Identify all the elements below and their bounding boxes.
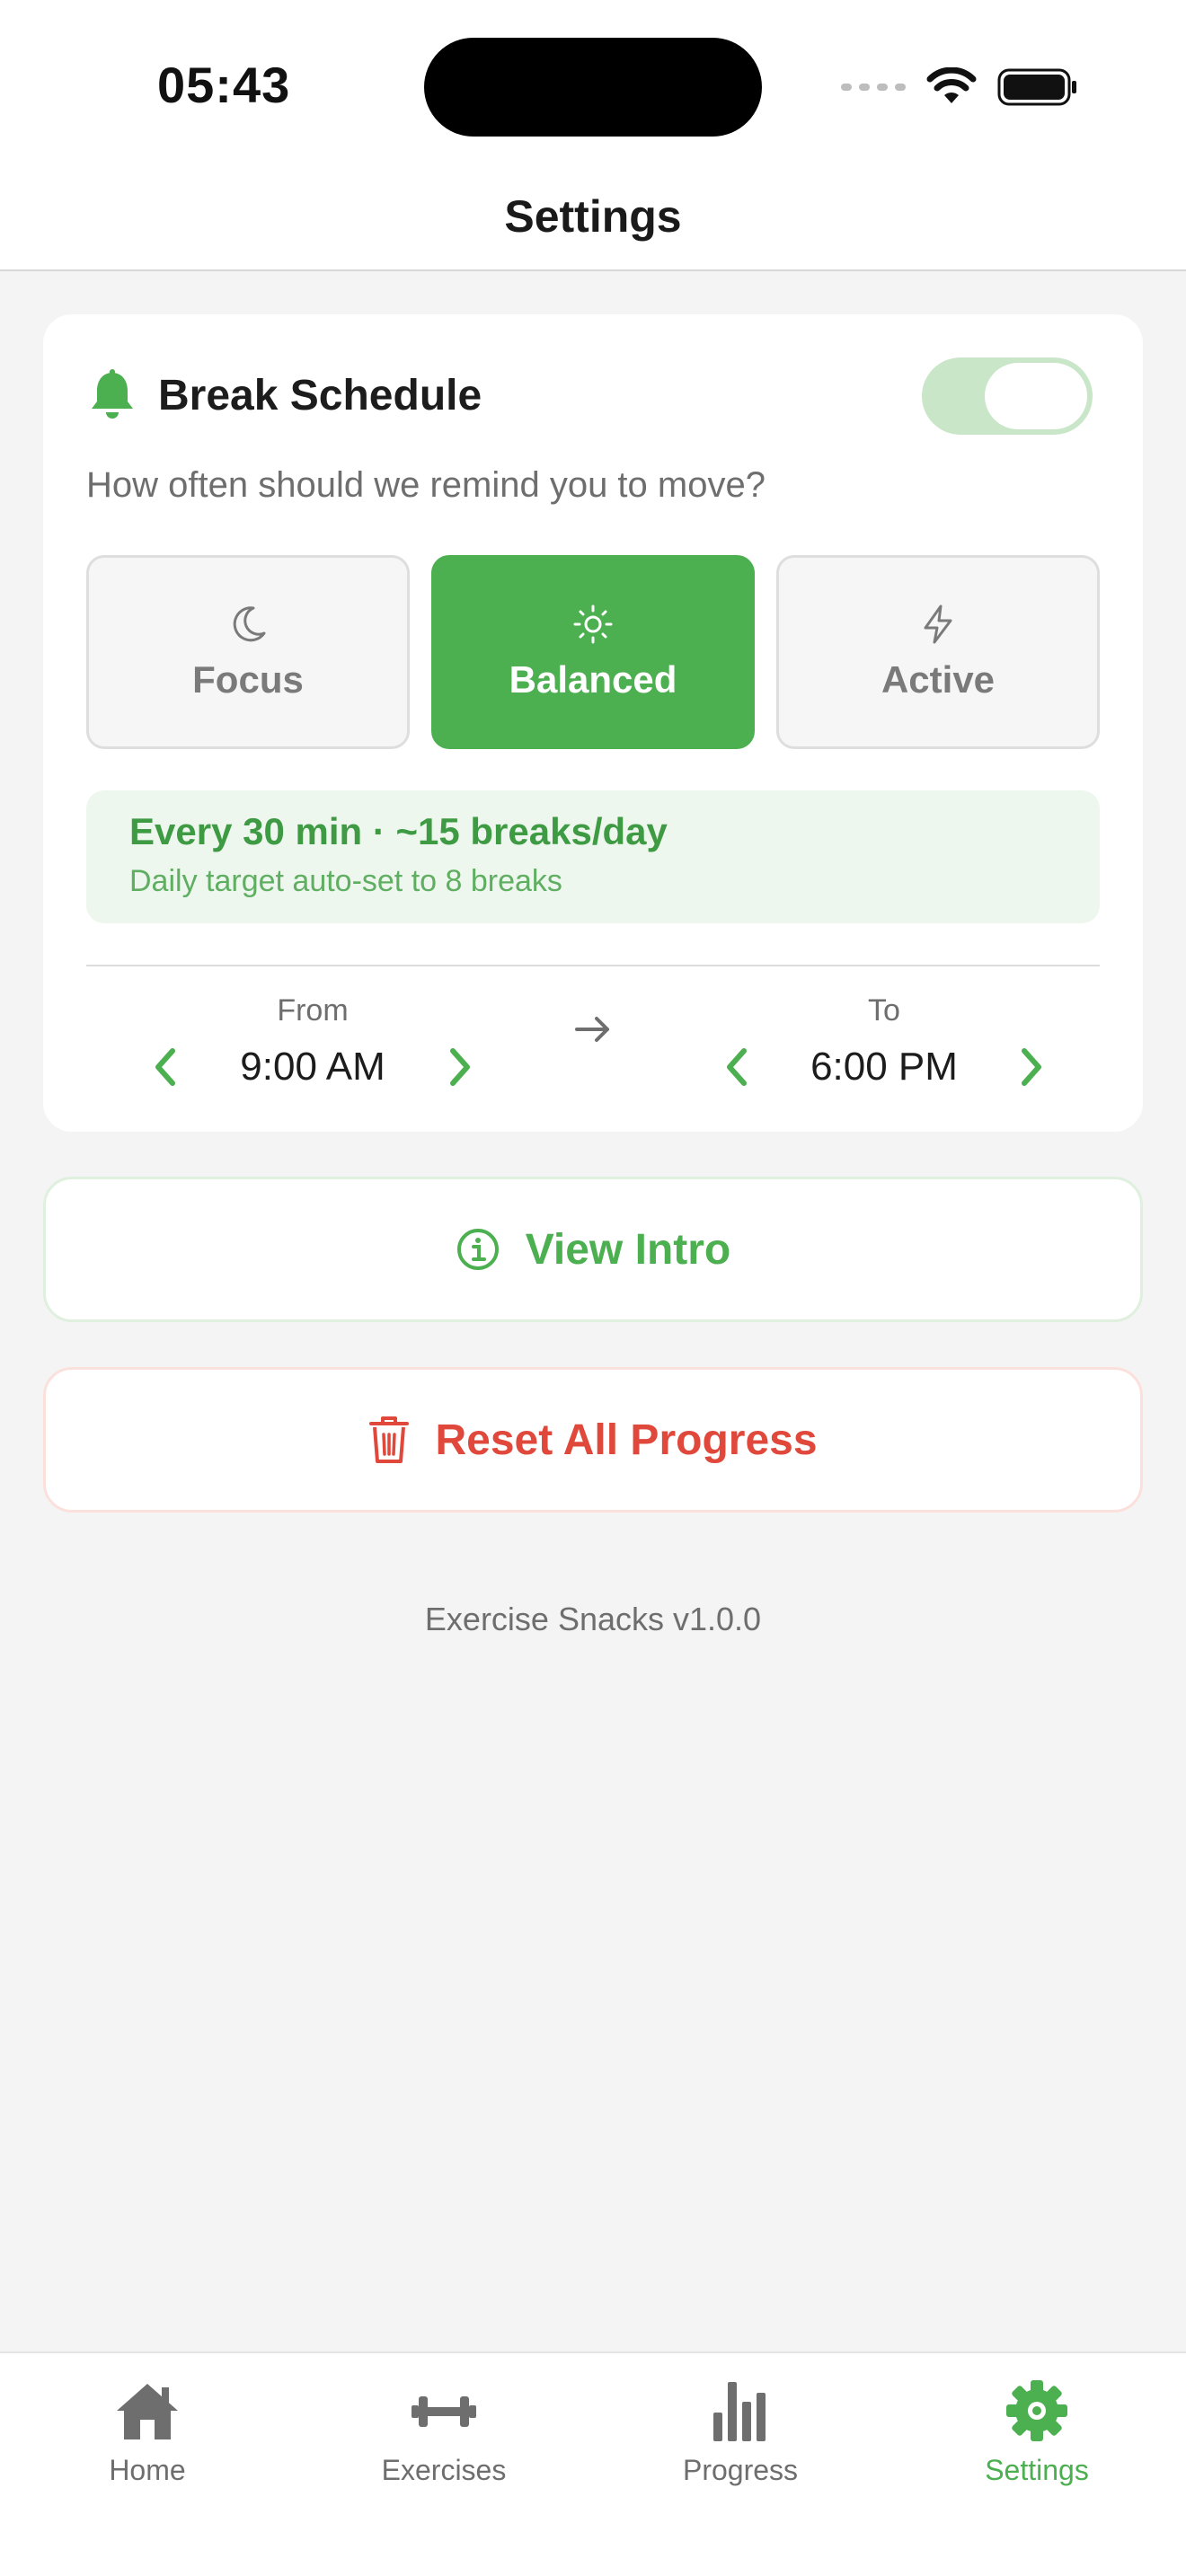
chevron-right-icon[interactable] — [1019, 1045, 1046, 1089]
break-schedule-card: Break Schedule How often should we remin… — [43, 314, 1143, 1132]
tab-exercises[interactable]: Exercises — [345, 2377, 543, 2487]
from-time-value: 9:00 AM — [240, 1045, 385, 1089]
mode-label: Active — [881, 658, 996, 701]
moon-icon — [226, 603, 270, 646]
mode-label: Focus — [192, 658, 304, 701]
page-title: Settings — [504, 191, 682, 242]
tab-progress[interactable]: Progress — [642, 2377, 839, 2487]
lightning-icon — [916, 603, 960, 646]
mode-balanced-button[interactable]: Balanced — [431, 555, 755, 749]
chevron-left-icon[interactable] — [722, 1045, 749, 1089]
to-label: To — [868, 993, 900, 1028]
top-bar: 05:43 Settings — [0, 0, 1186, 271]
tab-label: Home — [109, 2454, 186, 2486]
dynamic-island — [424, 38, 762, 137]
reset-progress-button[interactable]: Reset All Progress — [43, 1367, 1143, 1513]
tab-bar: Home Exercises Progress Settings — [0, 2351, 1186, 2576]
schedule-summary: Every 30 min · ~15 breaks/day Daily targ… — [86, 790, 1100, 923]
trash-icon — [368, 1415, 410, 1465]
card-subtitle: How often should we remind you to move? — [86, 465, 766, 505]
tab-label: Settings — [985, 2454, 1089, 2486]
chevron-right-icon[interactable] — [447, 1045, 474, 1089]
mode-selector: Focus Balanced Active — [86, 555, 1100, 749]
reset-label: Reset All Progress — [435, 1416, 818, 1464]
arrow-right-icon — [573, 1011, 613, 1052]
tab-label: Exercises — [381, 2454, 507, 2486]
mode-focus-button[interactable]: Focus — [86, 555, 410, 749]
gear-icon — [1003, 2377, 1071, 2445]
status-time: 05:43 — [157, 57, 291, 113]
toggle-knob — [985, 363, 1087, 429]
battery-icon — [997, 67, 1078, 107]
divider — [86, 965, 1100, 966]
to-time-value: 6:00 PM — [810, 1045, 958, 1089]
home-icon — [113, 2377, 181, 2445]
chevron-left-icon[interactable] — [151, 1045, 178, 1089]
to-time-picker: To 6:00 PM — [722, 975, 1046, 1110]
from-label: From — [277, 993, 349, 1028]
mode-label: Balanced — [509, 658, 677, 701]
card-header: Break Schedule — [90, 359, 482, 431]
card-title: Break Schedule — [158, 371, 482, 419]
tab-settings[interactable]: Settings — [938, 2377, 1136, 2487]
wifi-icon — [925, 67, 978, 107]
status-icons — [841, 65, 1078, 110]
mode-active-button[interactable]: Active — [776, 555, 1100, 749]
tab-label: Progress — [682, 2454, 799, 2486]
schedule-toggle[interactable] — [922, 357, 1093, 435]
summary-note: Daily target auto-set to 8 breaks — [129, 864, 562, 898]
view-intro-label: View Intro — [525, 1225, 731, 1274]
view-intro-button[interactable]: View Intro — [43, 1177, 1143, 1322]
tab-home[interactable]: Home — [49, 2377, 246, 2487]
summary-text: Every 30 min · ~15 breaks/day — [129, 810, 668, 852]
bar-chart-icon — [706, 2377, 774, 2445]
from-time-picker: From 9:00 AM — [151, 975, 474, 1110]
app-version: Exercise Snacks v1.0.0 — [424, 1601, 762, 1637]
sun-icon — [571, 603, 615, 646]
bell-icon — [90, 369, 135, 421]
settings-screen: 05:43 Settings Break Schedule How often … — [0, 0, 1186, 2576]
info-icon — [456, 1227, 500, 1272]
dumbbell-icon — [410, 2377, 478, 2445]
signal-icon — [841, 84, 906, 91]
